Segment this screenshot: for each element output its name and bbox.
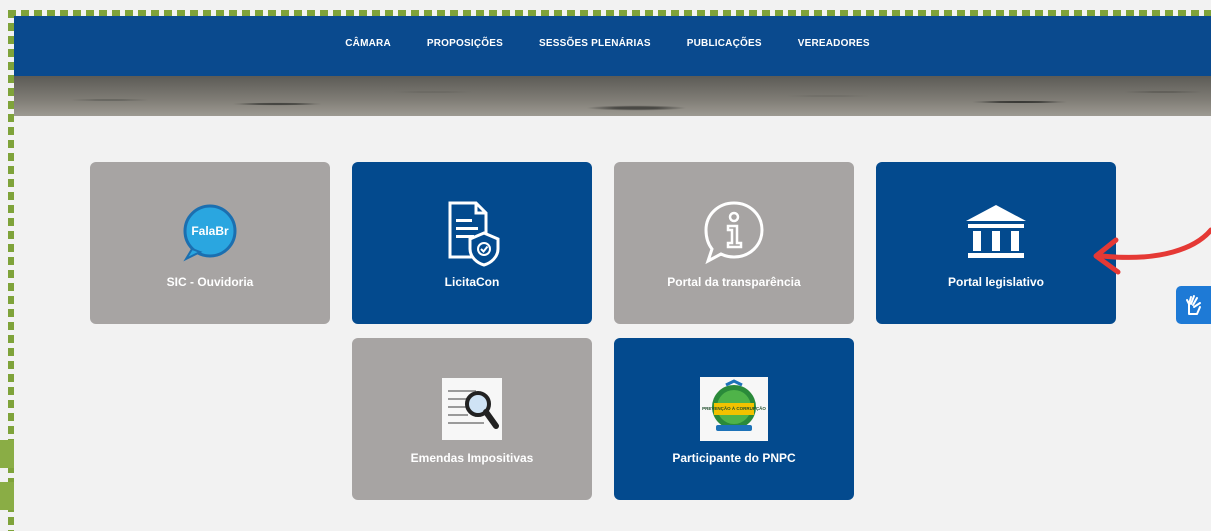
tile-label: Participante do PNPC — [672, 451, 796, 465]
nav-item-camara[interactable]: CÂMARA — [345, 38, 391, 49]
nav-menu: CÂMARA PROPOSIÇÕES SESSÕES PLENÁRIAS PUB… — [345, 38, 870, 49]
tile-portal-legislativo[interactable]: Portal legislativo — [876, 162, 1116, 324]
tile-label: LicitaCon — [444, 275, 500, 289]
tile-participante-pnpc[interactable]: PREVENÇÃO À CORRUPÇÃO Participante do PN… — [614, 338, 854, 500]
tile-portal-transparencia[interactable]: Portal da transparência — [614, 162, 854, 324]
nav-item-vereadores[interactable]: VEREADORES — [798, 38, 870, 49]
hand-sign-language-icon — [1185, 295, 1201, 315]
annotation-marker — [0, 482, 14, 510]
tile-emendas-impositivas[interactable]: Emendas Impositivas — [352, 338, 592, 500]
nav-item-proposicoes[interactable]: PROPOSIÇÕES — [427, 38, 503, 49]
page: CÂMARA PROPOSIÇÕES SESSÕES PLENÁRIAS PUB… — [0, 0, 1211, 531]
svg-text:FalaBr: FalaBr — [191, 224, 229, 238]
government-building-icon — [960, 197, 1032, 269]
info-speech-bubble-icon — [698, 197, 770, 269]
accessibility-button[interactable] — [1176, 286, 1211, 324]
svg-text:PREVENÇÃO À CORRUPÇÃO: PREVENÇÃO À CORRUPÇÃO — [702, 405, 766, 411]
annotation-marker — [0, 440, 14, 468]
header-banner-image — [14, 76, 1211, 116]
tile-licitacon[interactable]: LicitaCon — [352, 162, 592, 324]
document-shield-icon — [436, 197, 508, 269]
document-magnifier-icon — [436, 373, 508, 445]
tile-sic-ouvidoria[interactable]: FalaBr SIC - Ouvidoria — [90, 162, 330, 324]
pnpc-badge-icon: PREVENÇÃO À CORRUPÇÃO — [698, 373, 770, 445]
tile-label: Portal da transparência — [667, 275, 801, 289]
falabr-logo-icon: FalaBr — [174, 197, 246, 269]
tile-label: Emendas Impositivas — [410, 451, 534, 465]
tile-label: SIC - Ouvidoria — [166, 275, 254, 289]
annotation-border-top — [8, 10, 1211, 16]
top-navigation: CÂMARA PROPOSIÇÕES SESSÕES PLENÁRIAS PUB… — [14, 16, 1211, 76]
nav-item-publicacoes[interactable]: PUBLICAÇÕES — [687, 38, 762, 49]
tile-label: Portal legislativo — [947, 275, 1045, 289]
nav-item-sessoes-plenarias[interactable]: SESSÕES PLENÁRIAS — [539, 38, 651, 49]
